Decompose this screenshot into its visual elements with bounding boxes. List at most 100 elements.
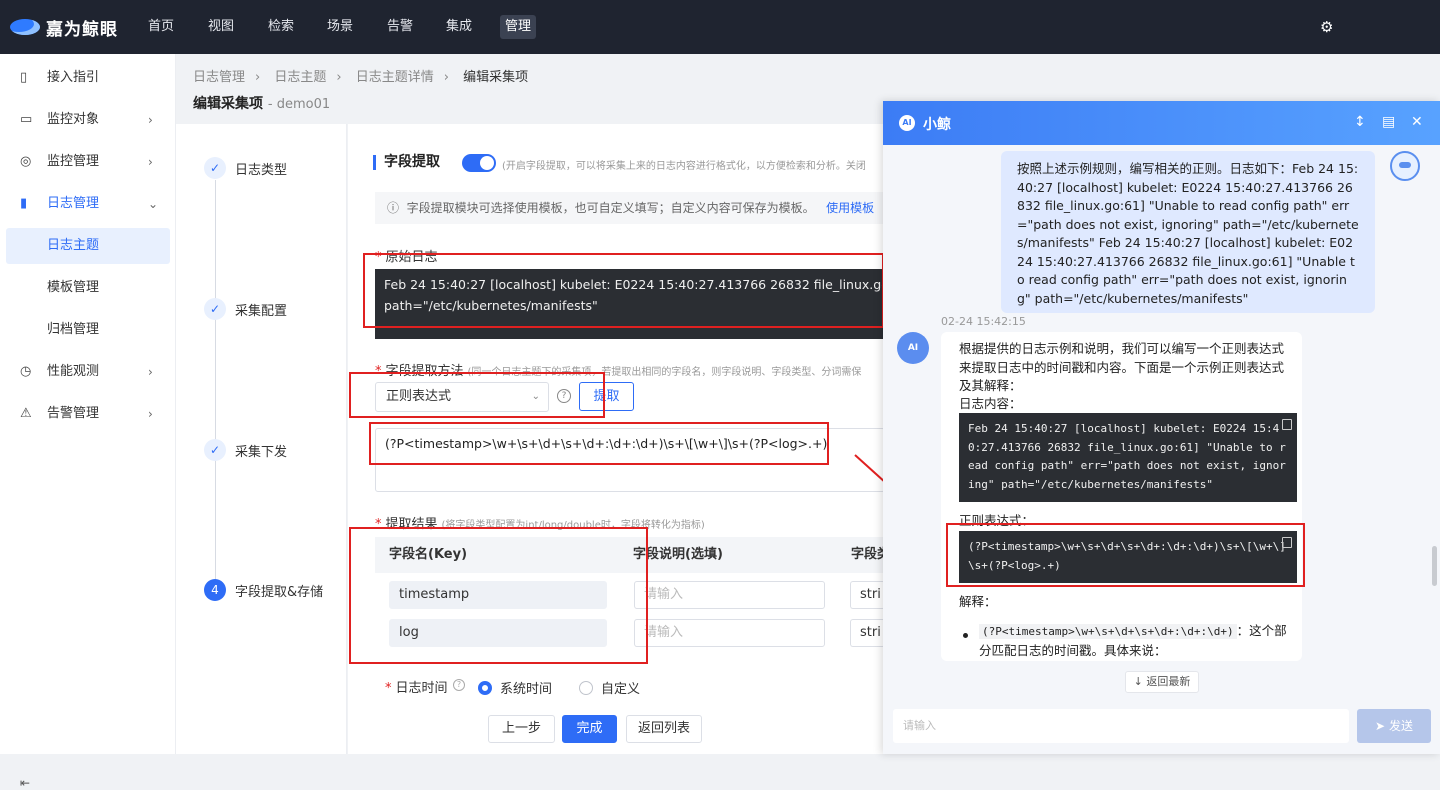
help-icon[interactable]: ? [453,679,465,691]
sidebar-subitem-template[interactable]: 模板管理 [6,270,170,306]
scrollbar-thumb[interactable] [1432,546,1437,586]
step-label: 采集配置 [235,303,288,319]
page-subtitle: - demo01 [267,97,331,112]
radio-system-time[interactable]: 系统时间 [478,678,552,697]
logo-icon [10,19,40,35]
breadcrumb-current: 编辑采集项 [463,70,529,85]
send-label: 发送 [1388,719,1413,733]
step-field-extract[interactable]: 4 字段提取&存储 [204,579,323,601]
chat-title: 小鲸 [923,117,951,133]
label-text: 原始日志 [385,250,438,265]
info-icon: ⓘ [387,201,400,215]
field-type-select[interactable]: stri [850,619,885,647]
nav-alert[interactable]: 告警 [382,15,418,39]
check-icon: ✓ [204,439,226,461]
chat-header: AI 小鲸 ↕ ▤ ✕ [883,101,1440,145]
check-icon: ✓ [204,157,226,179]
sidebar-subitem-log-topic[interactable]: 日志主题 [6,228,170,264]
bot-message: 根据提供的日志示例和说明，我们可以编写一个正则表达式来提取日志中的时间戳和内容。… [941,332,1302,661]
collapse-icon[interactable]: ⇤ [20,776,30,790]
result-table: 字段名(Key) 字段说明(选填) 字段类 timestamp 请输入 stri… [375,537,885,657]
log-time-label: * 日志时间 [385,681,448,696]
ai-chat-panel: AI 小鲸 ↕ ▤ ✕ 按照上述示例规则，编写相关的正则。日志如下：Feb 24… [883,101,1440,754]
field-key-input[interactable]: timestamp [389,581,607,609]
inline-code: (?P<timestamp>\w+\s+\d+\s+\d+:\d+:\d+) [979,624,1237,639]
step-log-type[interactable]: ✓ 日志类型 [204,157,287,179]
nav-manage[interactable]: 管理 [500,15,537,39]
label-text: 字段提取方法 [385,364,464,379]
column-header: 字段名(Key) [375,537,619,573]
app-name: 嘉为鲸眼 [46,19,118,40]
radio-custom-time[interactable]: 自定义 [579,678,640,697]
bot-text: 根据提供的日志示例和说明，我们可以编写一个正则表达式来提取日志中的时间戳和内容。… [959,341,1285,393]
code-text: Feb 24 15:40:27 [localhost] kubelet: E02… [968,422,1286,491]
radio-dot [579,680,593,695]
regex-code-block: (?P<timestamp>\w+\s+\d+\s+\d+:\d+:\d+)\s… [959,531,1297,583]
field-desc-input[interactable]: 请输入 [634,619,825,647]
extract-method-select[interactable]: 正则表达式 ⌄ [375,382,549,412]
result-label: * 提取结果 (将字段类型配置为int/long/double时，字段将转化为指标) [375,517,705,532]
chevron-right-icon: › [148,113,153,127]
help-icon[interactable]: ? [557,389,571,403]
send-button[interactable]: ➤ 发送 [1357,709,1431,743]
field-type-select[interactable]: stri [850,581,885,609]
method-label: * 字段提取方法 (同一个日志主题下的采集项，若提取出相同的字段名，则字段说明、字段… [375,364,862,379]
monitor-icon: ▭ [20,112,33,127]
field-desc-input[interactable]: 请输入 [634,581,825,609]
chevron-down-icon: ⌄ [531,391,540,402]
user-message: 按照上述示例规则，编写相关的正则。日志如下：Feb 24 15:40:27 [l… [1001,151,1375,313]
bullet [963,633,968,638]
chat-input[interactable]: 请输入 [893,709,1349,743]
user-avatar [1390,151,1420,181]
extract-button[interactable]: 提取 [579,382,634,411]
radio-label: 自定义 [601,682,641,697]
sidebar-item-log-manage[interactable]: ▮ 日志管理 ⌄ [0,185,176,223]
nav-home[interactable]: 首页 [143,15,179,39]
alert-icon: ⚠ [20,406,32,421]
prev-button[interactable]: 上一步 [488,715,555,743]
message-time: 02-24 15:42:15 [941,315,1026,328]
bot-text: 正则表达式： [959,513,1035,528]
close-icon[interactable]: ✕ [1411,114,1423,130]
back-list-button[interactable]: 返回列表 [626,715,702,743]
sidebar-item-monitor-objects[interactable]: ▭ 监控对象 › [0,101,176,139]
sidebar-item-monitor-manage[interactable]: ◎ 监控管理 › [0,143,176,181]
radio-label: 系统时间 [500,682,553,697]
chevron-right-icon: › [148,407,153,421]
sidebar-item-access-guide[interactable]: ▯ 接入指引 [0,59,176,97]
breadcrumb-log-manage[interactable]: 日志管理 [193,70,245,85]
log-code-block: Feb 24 15:40:27 [localhost] kubelet: E02… [959,413,1297,502]
nav-integration[interactable]: 集成 [441,15,477,39]
expand-icon[interactable]: ↕ [1354,114,1366,130]
sidebar-item-performance[interactable]: ◷ 性能观测 › [0,353,176,391]
step-deploy[interactable]: ✓ 采集下发 [204,439,287,461]
method-note: (同一个日志主题下的采集项，若提取出相同的字段名，则字段说明、字段类型、分词需保 [467,367,862,378]
app-logo[interactable]: 嘉为鲸眼 [10,14,118,40]
nav-scene[interactable]: 场景 [322,15,358,39]
gear-icon[interactable]: ⚙ [1320,19,1336,35]
sidebar-subitem-archive[interactable]: 归档管理 [6,312,170,348]
delete-icon[interactable]: ▤ [1382,114,1395,130]
back-to-latest-button[interactable]: ↓ 返回最新 [1125,671,1199,693]
sidebar-item-alert-manage[interactable]: ⚠ 告警管理 › [0,395,176,433]
field-extract-toggle[interactable] [462,154,496,172]
nav-search[interactable]: 检索 [263,15,299,39]
sidebar-item-label: 接入指引 [47,70,100,85]
use-template-link[interactable]: 使用模板 [826,201,874,215]
select-value: 正则表达式 [386,389,452,404]
copy-icon[interactable] [1282,419,1292,430]
breadcrumb-log-topic[interactable]: 日志主题 [274,70,326,85]
regex-textarea[interactable]: (?P<timestamp>\w+\s+\d+\s+\d+:\d+:\d+)\s… [375,428,885,492]
copy-icon[interactable] [1282,537,1292,548]
step-label: 采集下发 [235,444,288,460]
code-text: (?P<timestamp>\w+\s+\d+\s+\d+:\d+:\d+)\s… [968,540,1286,572]
field-key-input[interactable]: log [389,619,607,647]
chevron-down-icon: ⌄ [148,197,159,211]
step-collect-config[interactable]: ✓ 采集配置 [204,298,287,320]
section-title: 字段提取 [373,155,440,170]
nav-view[interactable]: 视图 [203,15,239,39]
breadcrumb-topic-detail[interactable]: 日志主题详情 [356,70,434,85]
done-button[interactable]: 完成 [562,715,617,743]
steps-line [215,180,216,580]
bot-avatar: AI [897,332,929,364]
